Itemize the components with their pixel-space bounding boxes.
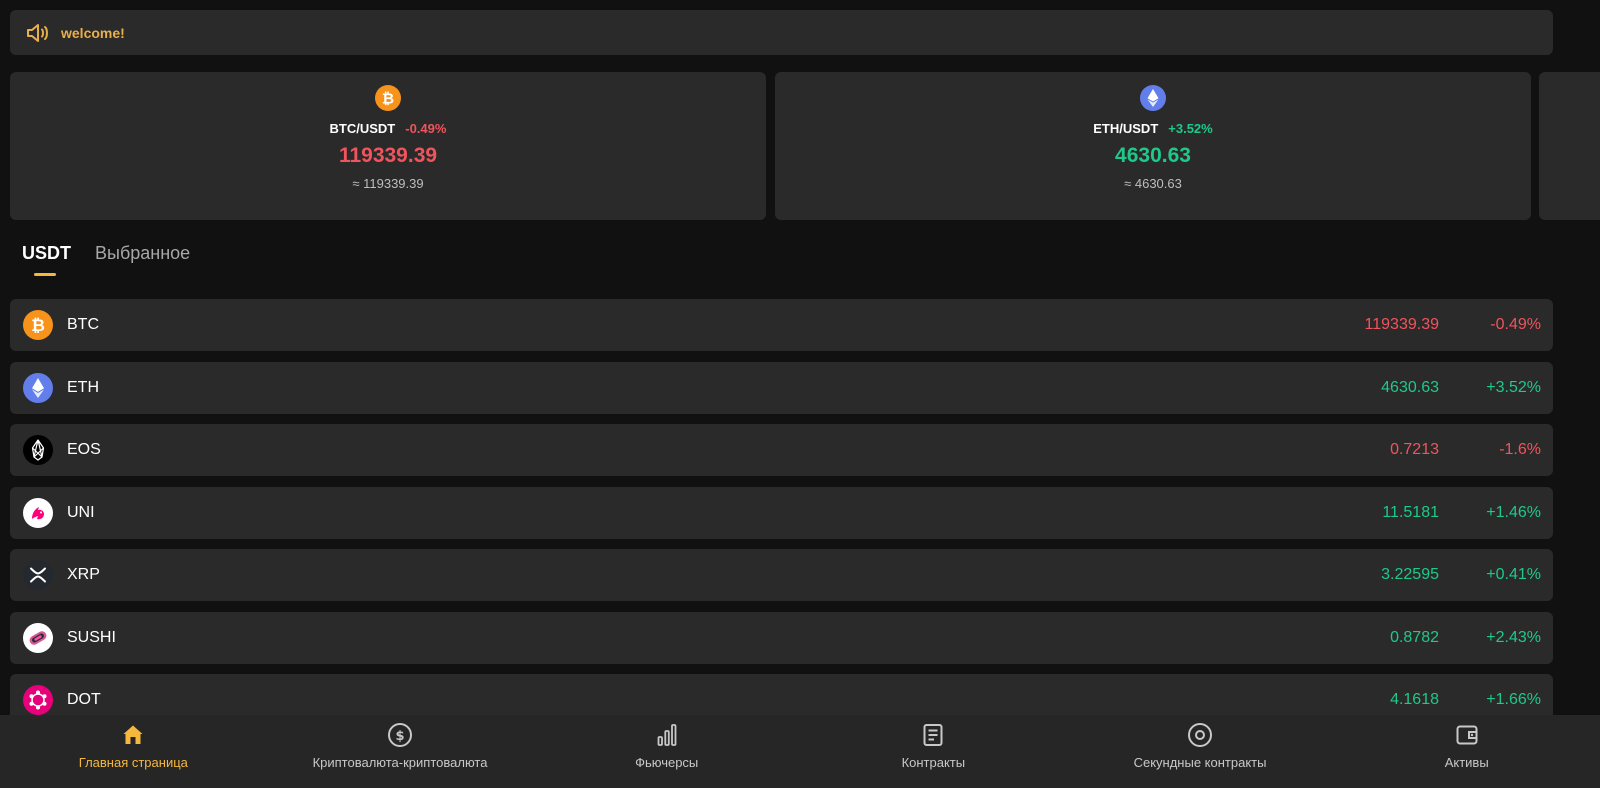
- uni-icon: [23, 497, 53, 528]
- document-icon: [923, 724, 943, 746]
- list-item-sushi[interactable]: SUSHI 0.8782 +2.43%: [10, 611, 1553, 664]
- eth-icon: [1140, 85, 1166, 111]
- bottom-navigation: Главная страница $ Криптовалюта-криптова…: [0, 715, 1600, 788]
- coin-change: +1.46%: [1486, 503, 1541, 521]
- ticker-price: 4630.63: [1115, 144, 1191, 167]
- ticker-approx-price: ≈ 119339.39: [352, 176, 424, 191]
- list-item-eos[interactable]: EOS 0.7213 -1.6%: [10, 424, 1553, 476]
- list-item-uni[interactable]: UNI 11.5181 +1.46%: [10, 486, 1553, 539]
- coin-symbol: XRP: [67, 566, 100, 583]
- ticker-pair: ETH/USDT: [1093, 121, 1159, 136]
- coin-price: 119339.39: [1364, 316, 1439, 333]
- coin-price: 4630.63: [1381, 378, 1439, 396]
- nav-label: Фьючерсы: [635, 755, 699, 770]
- ticker-change: -0.49%: [405, 121, 447, 136]
- ticker-card-btc[interactable]: ₿ BTC/USDT -0.49% 119339.39 ≈ 119339.39: [10, 72, 766, 220]
- nav-contracts[interactable]: Контракты: [800, 715, 1067, 788]
- ticker-approx-price: ≈ 4630.63: [1124, 176, 1182, 191]
- coin-change: -0.49%: [1490, 316, 1541, 333]
- list-item-xrp[interactable]: XRP 3.22595 +0.41%: [10, 549, 1553, 601]
- dollar-circle-icon: $: [388, 723, 412, 747]
- ticker-carousel[interactable]: ₿ BTC/USDT -0.49% 119339.39 ≈ 119339.39 …: [10, 72, 1600, 220]
- coin-symbol: SUSHI: [67, 628, 116, 646]
- list-item-eth[interactable]: ETH 4630.63 +3.52%: [10, 361, 1553, 414]
- wallet-icon: [1456, 725, 1478, 745]
- coin-change: -1.6%: [1499, 441, 1541, 458]
- bar-chart-icon: [657, 724, 677, 746]
- eos-icon: [23, 435, 53, 465]
- coin-symbol: BTC: [67, 316, 99, 333]
- coin-symbol: UNI: [67, 503, 95, 521]
- nav-label: Контракты: [901, 755, 966, 770]
- coin-price: 11.5181: [1382, 503, 1439, 521]
- ticker-card-eth[interactable]: ETH/USDT +3.52% 4630.63 ≈ 4630.63: [775, 72, 1531, 220]
- speaker-icon: [25, 20, 51, 46]
- market-tabs: USDT Выбранное: [22, 243, 190, 276]
- svg-text:$: $: [395, 729, 404, 744]
- svg-text:₿: ₿: [31, 316, 45, 336]
- btc-icon: ₿: [23, 310, 53, 340]
- coin-price: 4.1618: [1390, 691, 1439, 708]
- nav-label: Криптовалюта-криптовалюта: [312, 755, 488, 770]
- tab-favorites[interactable]: Выбранное: [95, 243, 190, 264]
- coin-change: +3.52%: [1486, 378, 1541, 396]
- nav-assets[interactable]: Активы: [1333, 715, 1600, 788]
- ticker-pair: BTC/USDT: [329, 121, 396, 136]
- ticker-change: +3.52%: [1168, 121, 1213, 136]
- nav-label: Секундные контракты: [1133, 755, 1267, 770]
- coin-change: +2.43%: [1486, 628, 1541, 646]
- nav-label: Активы: [1444, 755, 1489, 770]
- nav-second-contracts[interactable]: Секундные контракты: [1067, 715, 1334, 788]
- nav-home[interactable]: Главная страница: [0, 715, 267, 788]
- btc-icon: ₿: [375, 85, 401, 111]
- target-icon: [1188, 723, 1213, 747]
- xrp-icon: [23, 560, 53, 590]
- eth-icon: [23, 372, 53, 403]
- coin-change: +0.41%: [1486, 566, 1541, 583]
- ticker-card-partial[interactable]: [1539, 72, 1600, 220]
- nav-spot[interactable]: $ Криптовалюта-криптовалюта: [267, 715, 534, 788]
- coin-price: 0.7213: [1390, 441, 1439, 458]
- coin-symbol: ETH: [67, 378, 99, 396]
- coin-price: 0.8782: [1390, 628, 1439, 646]
- coin-symbol: DOT: [67, 691, 101, 708]
- sushi-icon: [23, 622, 53, 653]
- announcement-bar[interactable]: welcome!: [10, 10, 1553, 55]
- coin-price: 3.22595: [1381, 566, 1439, 583]
- list-item-btc[interactable]: ₿ BTC 119339.39 -0.49%: [10, 299, 1553, 351]
- nav-label: Главная страница: [78, 755, 188, 770]
- announcement-text: welcome!: [61, 24, 125, 41]
- home-icon: [123, 725, 143, 744]
- coin-change: +1.66%: [1486, 691, 1541, 708]
- nav-futures[interactable]: Фьючерсы: [533, 715, 800, 788]
- ticker-price: 119339.39: [338, 144, 438, 167]
- coin-symbol: EOS: [67, 441, 101, 458]
- svg-text:₿: ₿: [382, 90, 394, 108]
- dot-icon: [23, 685, 53, 715]
- tab-usdt[interactable]: USDT: [22, 243, 71, 276]
- market-list: ₿ BTC 119339.39 -0.49% ETH 4630.63 +3.52…: [10, 299, 1553, 737]
